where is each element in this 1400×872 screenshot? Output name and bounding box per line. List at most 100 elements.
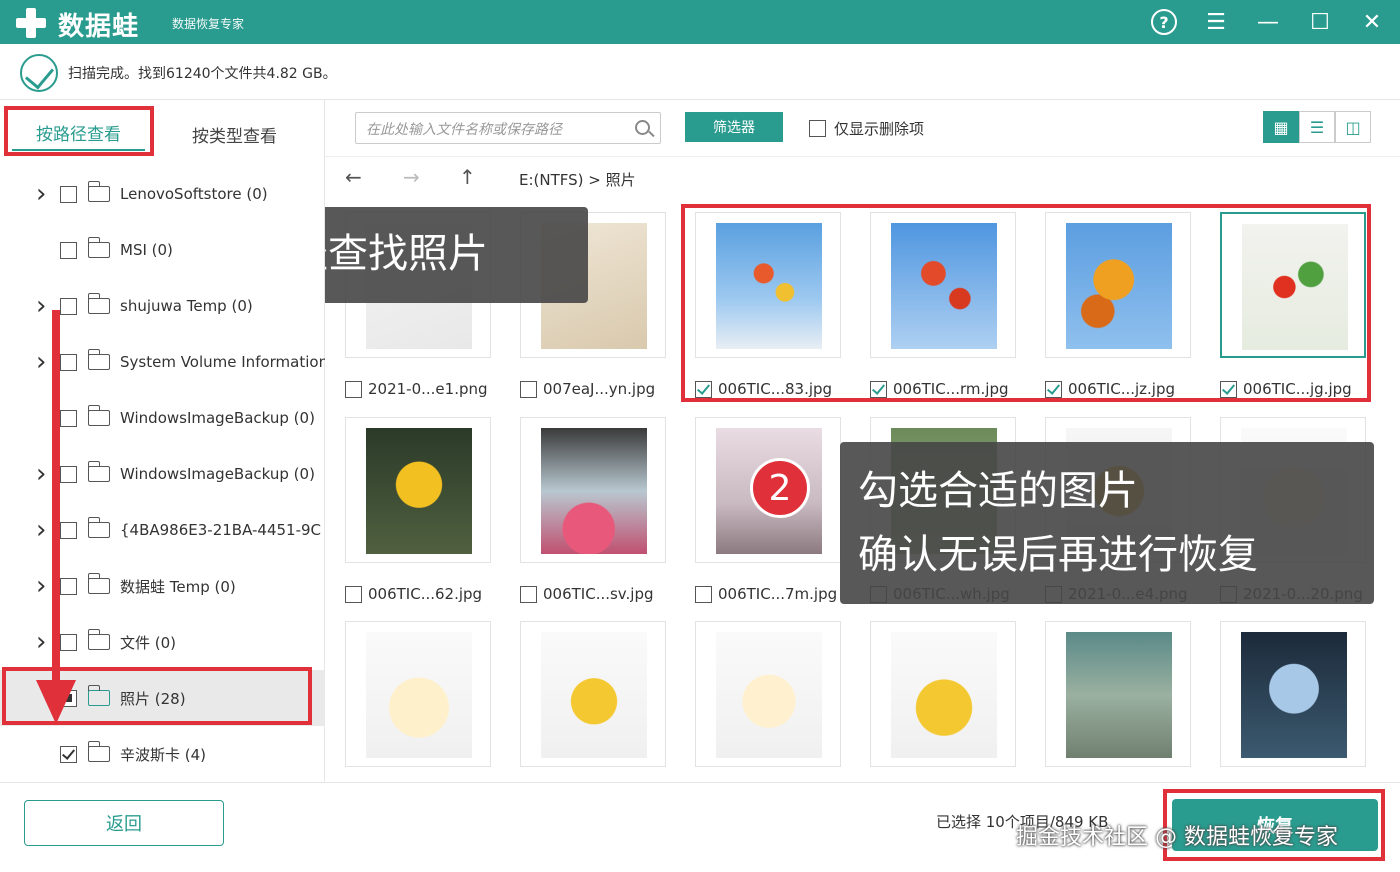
file-card[interactable] — [870, 621, 1016, 782]
search-placeholder: 在此处输入文件名称或保存路径 — [366, 122, 562, 138]
tab-by-type[interactable]: 按类型查看 — [192, 122, 277, 147]
file-thumbnail[interactable] — [695, 212, 841, 358]
tree-item-checkbox[interactable] — [60, 745, 77, 763]
chevron-right-icon[interactable]: › — [36, 627, 46, 657]
maximize-icon[interactable]: ☐ — [1306, 8, 1334, 36]
chevron-right-icon[interactable]: › — [36, 347, 46, 377]
tree-item-checkbox[interactable] — [60, 353, 77, 371]
file-checkbox[interactable] — [345, 380, 362, 398]
app-logo-icon — [14, 6, 48, 40]
forward-arrow-icon[interactable]: → — [403, 165, 420, 189]
photo-preview-image — [541, 428, 647, 554]
tree-item[interactable]: › 文件 (0) — [0, 614, 325, 670]
file-card[interactable] — [345, 621, 491, 782]
file-card[interactable] — [520, 621, 666, 782]
folder-icon — [87, 629, 110, 650]
file-checkbox[interactable] — [1045, 380, 1062, 398]
tree-item[interactable]: › LenovoSoftstore (0) — [0, 166, 325, 222]
tree-item-checkbox[interactable] — [60, 241, 77, 259]
tree-item[interactable]: › System Volume Information — [0, 334, 325, 390]
file-thumbnail[interactable] — [345, 621, 491, 767]
back-button[interactable]: 返回 — [24, 800, 224, 846]
file-checkbox[interactable] — [520, 380, 537, 398]
file-checkbox[interactable] — [695, 585, 712, 603]
folder-icon — [87, 237, 110, 258]
list-view-icon[interactable]: ☰ — [1299, 111, 1335, 143]
file-thumbnail[interactable] — [870, 621, 1016, 767]
chevron-right-icon[interactable]: › — [36, 291, 46, 321]
filter-button[interactable]: 筛选器 — [685, 112, 783, 142]
file-thumbnail[interactable] — [1045, 621, 1191, 767]
file-card[interactable]: 006TIC...jz.jpg — [1045, 212, 1191, 402]
only-deleted-checkbox[interactable] — [809, 120, 826, 137]
file-checkbox[interactable] — [695, 380, 712, 398]
close-icon[interactable]: ✕ — [1358, 8, 1386, 36]
file-thumbnail[interactable] — [1045, 212, 1191, 358]
only-deleted-toggle[interactable]: 仅显示删除项 — [809, 118, 924, 139]
tree-item[interactable]: › {4BA986E3-21BA-4451-9C — [0, 502, 325, 558]
tree-item-checkbox[interactable] — [60, 465, 77, 483]
photo-preview-image — [366, 428, 472, 554]
file-checkbox[interactable] — [1220, 380, 1237, 398]
chevron-right-icon[interactable]: › — [36, 179, 46, 209]
tree-item[interactable]: › 数据蛙 Temp (0) — [0, 558, 325, 614]
file-thumbnail[interactable] — [520, 621, 666, 767]
file-caption: 007eaJ...yn.jpg — [520, 380, 655, 398]
file-checkbox[interactable] — [520, 585, 537, 603]
file-thumbnail[interactable] — [520, 417, 666, 563]
file-card[interactable]: 006TIC...83.jpg — [695, 212, 841, 402]
step-2-badge: 2 — [750, 458, 810, 518]
file-card[interactable]: 006TIC...62.jpg — [345, 417, 491, 607]
file-checkbox[interactable] — [345, 585, 362, 603]
file-card[interactable] — [695, 621, 841, 782]
file-name: 007eaJ...yn.jpg — [543, 380, 656, 398]
file-thumbnail[interactable] — [1220, 621, 1366, 767]
tree-item-checkbox[interactable] — [60, 297, 77, 315]
photo-preview-image — [1242, 224, 1348, 350]
file-card[interactable] — [1045, 621, 1191, 782]
tree-item[interactable]: 辛波斯卡 (4) — [0, 726, 325, 782]
toolbar: 在此处输入文件名称或保存路径 筛选器 仅显示删除项 ▦ ☰ ◫ — [325, 100, 1400, 156]
up-arrow-icon[interactable]: ↑ — [459, 165, 476, 189]
app-name: 数据蛙 — [58, 12, 140, 42]
breadcrumb: E:(NTFS) > 照片 — [519, 171, 636, 189]
tree-item-checkbox[interactable] — [60, 185, 77, 203]
tree-item-checkbox[interactable] — [60, 409, 77, 427]
chevron-right-icon[interactable]: › — [36, 459, 46, 489]
file-checkbox[interactable] — [870, 380, 887, 398]
tree-item-checkbox[interactable] — [60, 633, 77, 651]
tree-item-label: 辛波斯卡 (4) — [120, 745, 207, 764]
help-icon[interactable]: ? — [1150, 8, 1178, 36]
tab-by-path[interactable]: 按路径查看 — [12, 116, 145, 151]
file-thumbnail[interactable] — [345, 417, 491, 563]
photo-preview-image — [716, 632, 822, 758]
tree-item[interactable]: WindowsImageBackup (0) — [0, 390, 325, 446]
file-card[interactable]: 006TIC...sv.jpg — [520, 417, 666, 607]
minimize-icon[interactable]: — — [1254, 8, 1282, 36]
path-navbar: ← → ↑ E:(NTFS) > 照片 — [325, 156, 1400, 200]
tree-item[interactable]: › WindowsImageBackup (0) — [0, 446, 325, 502]
file-thumbnail[interactable] — [870, 212, 1016, 358]
file-thumbnail[interactable] — [695, 621, 841, 767]
folder-icon — [87, 293, 110, 314]
grid-view-icon[interactable]: ▦ — [1263, 111, 1299, 143]
file-caption: 006TIC...sv.jpg — [520, 585, 654, 603]
tree-item-checkbox[interactable] — [60, 521, 77, 539]
tree-item[interactable]: MSI (0) — [0, 222, 325, 278]
back-arrow-icon[interactable]: ← — [345, 165, 362, 189]
file-caption: 006TIC...rm.jpg — [870, 380, 1009, 398]
search-input[interactable]: 在此处输入文件名称或保存路径 — [355, 112, 661, 144]
chevron-right-icon[interactable]: › — [36, 571, 46, 601]
search-icon[interactable] — [635, 120, 650, 135]
file-card[interactable]: 006TIC...rm.jpg — [870, 212, 1016, 402]
menu-icon[interactable]: ☰ — [1202, 8, 1230, 36]
tree-item-label: WindowsImageBackup (0) — [120, 465, 315, 483]
file-name: 006TIC...62.jpg — [368, 585, 483, 603]
detail-view-icon[interactable]: ◫ — [1335, 111, 1371, 143]
tree-item[interactable]: › shujuwa Temp (0) — [0, 278, 325, 334]
file-thumbnail[interactable] — [1220, 212, 1366, 358]
file-card[interactable] — [1220, 621, 1366, 782]
chevron-right-icon[interactable]: › — [36, 515, 46, 545]
file-card[interactable]: 006TIC...jg.jpg — [1220, 212, 1366, 402]
tree-item-checkbox[interactable] — [60, 577, 77, 595]
